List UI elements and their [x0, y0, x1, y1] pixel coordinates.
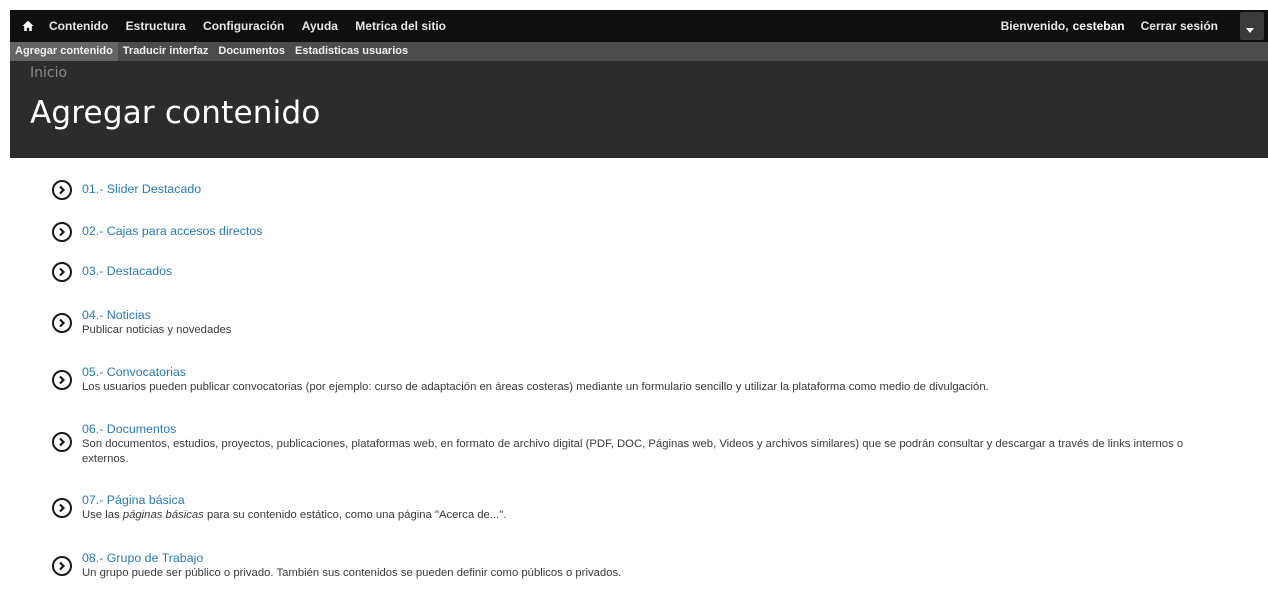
chevron-right-circle-icon: [52, 432, 72, 452]
content-type-link[interactable]: 06.- Documentos: [82, 422, 1202, 437]
description-text: para su contenido estático, como una pág…: [203, 509, 507, 521]
user-area: Bienvenido, cesteban Cerrar sesión: [1001, 12, 1268, 40]
list-item: 04.- Noticias Publicar noticias y noveda…: [52, 308, 231, 338]
list-item: 05.- Convocatorias Los usuarios pueden p…: [52, 365, 989, 395]
content-type-link[interactable]: 05.- Convocatorias: [82, 365, 989, 380]
content-type-description: Son documentos, estudios, proyectos, pub…: [82, 438, 1184, 465]
content-type-description: Un grupo puede ser público o privado. Ta…: [82, 567, 622, 579]
menu-configuracion[interactable]: Configuración: [203, 19, 284, 33]
chevron-right-circle-icon: [52, 262, 72, 282]
menu-metrica-del-sitio[interactable]: Metrica del sitio: [355, 19, 446, 33]
tray-estadisticas-usuarios[interactable]: Estadisticas usuarios: [290, 42, 413, 61]
logout-link[interactable]: Cerrar sesión: [1141, 19, 1218, 33]
content-type-link[interactable]: 08.- Grupo de Trabajo: [82, 551, 621, 566]
admin-page: Contenido Estructura Configuración Ayuda…: [10, 10, 1268, 601]
breadcrumb[interactable]: Inicio: [30, 61, 1268, 81]
chevron-right-circle-icon: [52, 180, 72, 200]
chevron-right-circle-icon: [52, 498, 72, 518]
content-type-link[interactable]: 01.- Slider Destacado: [82, 182, 201, 197]
page-title: Agregar contenido: [30, 95, 321, 131]
tray-documentos[interactable]: Documentos: [213, 42, 290, 61]
description-emphasis: páginas básicas: [122, 509, 204, 521]
list-item: 02.- Cajas para accesos directos: [52, 222, 262, 242]
username-link[interactable]: cesteban: [1073, 19, 1125, 33]
list-item: 01.- Slider Destacado: [52, 180, 201, 200]
tray-traducir-interfaz[interactable]: Traducir interfaz: [118, 42, 214, 61]
admin-toolbar: Contenido Estructura Configuración Ayuda…: [10, 10, 1268, 42]
tray-agregar-contenido[interactable]: Agregar contenido: [10, 42, 118, 61]
list-item: 08.- Grupo de Trabajo Un grupo puede ser…: [52, 551, 621, 581]
chevron-down-icon: [1246, 28, 1254, 33]
content-type-description: Use las páginas básicas para su contenid…: [82, 508, 506, 523]
menu-contenido[interactable]: Contenido: [49, 19, 108, 33]
shortcut-tray: Agregar contenido Traducir interfaz Docu…: [10, 42, 1268, 61]
chevron-right-circle-icon: [52, 556, 72, 576]
menu-ayuda[interactable]: Ayuda: [302, 19, 338, 33]
description-text: Use las: [82, 509, 123, 521]
page-header: Inicio Agregar contenido: [10, 61, 1268, 158]
content-type-description: Publicar noticias y novedades: [82, 324, 232, 336]
chevron-right-circle-icon: [52, 313, 72, 333]
toolbar-menu: Contenido Estructura Configuración Ayuda…: [42, 19, 453, 33]
welcome-text: Bienvenido,: [1000, 19, 1069, 33]
home-icon[interactable]: [14, 10, 42, 42]
content-type-description: Los usuarios pueden publicar convocatori…: [82, 381, 989, 393]
menu-estructura[interactable]: Estructura: [126, 19, 186, 33]
chevron-right-circle-icon: [52, 370, 72, 390]
chevron-right-circle-icon: [52, 222, 72, 242]
content-type-link[interactable]: 03.- Destacados: [82, 264, 172, 279]
list-item: 03.- Destacados: [52, 262, 172, 282]
toolbar-toggle-button[interactable]: [1240, 12, 1264, 40]
content-type-link[interactable]: 04.- Noticias: [82, 308, 231, 323]
content-type-link[interactable]: 07.- Página básica: [82, 493, 506, 508]
list-item: 07.- Página básica Use las páginas básic…: [52, 493, 506, 523]
list-item: 06.- Documentos Son documentos, estudios…: [52, 422, 1202, 467]
content-type-link[interactable]: 02.- Cajas para accesos directos: [82, 224, 262, 239]
